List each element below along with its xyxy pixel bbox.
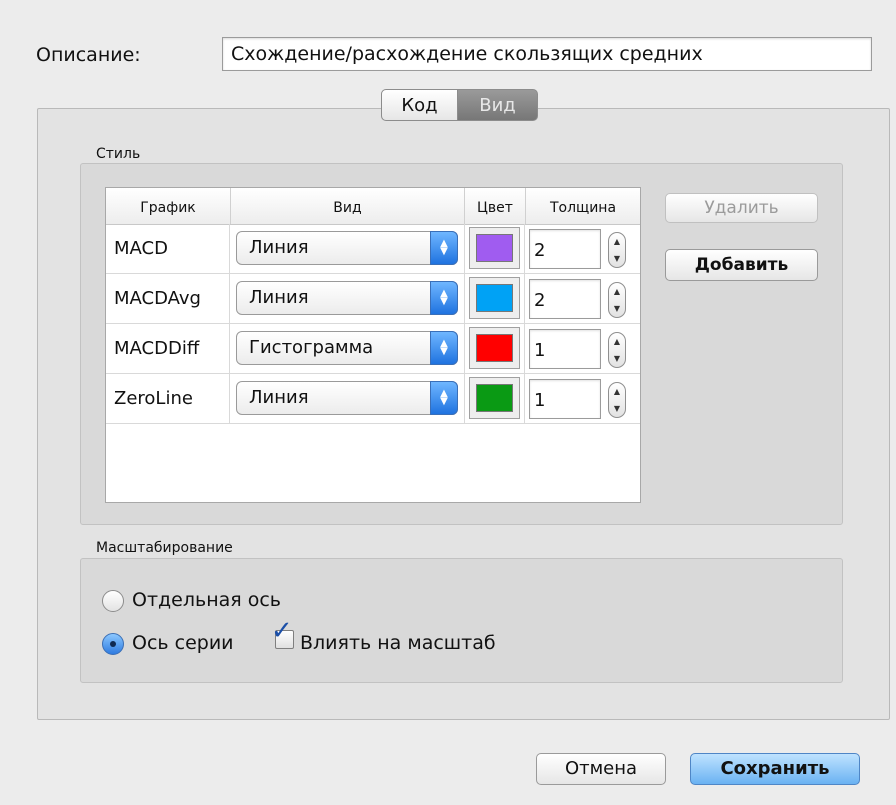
tab-code[interactable]: Код xyxy=(381,89,458,121)
stepper-down-icon[interactable]: ▼ xyxy=(614,354,620,363)
color-swatch xyxy=(476,234,513,262)
table-row[interactable]: MACD Линия ▲ ▼ 2 ▲ ▼ xyxy=(106,224,640,274)
tab-view[interactable]: Вид xyxy=(458,89,538,121)
color-cell xyxy=(464,274,525,323)
stepper-up-icon[interactable]: ▲ xyxy=(614,287,620,296)
thickness-stepper[interactable]: ▲ ▼ xyxy=(608,282,626,318)
plots-table: График Вид Цвет Толщина MACD Линия ▲ ▼ 2 … xyxy=(105,187,641,503)
description-input[interactable] xyxy=(222,37,872,71)
thickness-field[interactable]: 2 xyxy=(529,229,601,269)
column-header-color[interactable]: Цвет xyxy=(464,188,525,224)
column-header-type[interactable]: Вид xyxy=(230,188,464,224)
table-row[interactable]: MACDDiff Гистограмма ▲ ▼ 1 ▲ ▼ xyxy=(106,324,640,374)
color-well[interactable] xyxy=(469,377,520,419)
series-axis-label[interactable]: Ось серии xyxy=(132,632,234,654)
color-swatch xyxy=(476,284,513,312)
color-swatch xyxy=(476,334,513,362)
scaling-section-box xyxy=(80,558,843,683)
stepper-up-icon[interactable]: ▲ xyxy=(614,387,620,396)
separate-axis-label[interactable]: Отдельная ось xyxy=(132,589,281,611)
popup-arrows-icon: ▲ ▼ xyxy=(430,381,458,415)
description-label: Описание: xyxy=(36,44,141,66)
plot-type-popup[interactable]: Линия ▲ ▼ xyxy=(236,381,458,415)
plot-name: MACDAvg xyxy=(106,274,230,323)
scaling-section-title: Масштабирование xyxy=(96,540,233,556)
popup-arrows-icon: ▲ ▼ xyxy=(430,281,458,315)
plot-name: ZeroLine xyxy=(106,374,230,423)
plot-type-value: Гистограмма xyxy=(249,337,374,358)
color-swatch xyxy=(476,384,513,412)
plot-type-value: Линия xyxy=(249,287,309,308)
checkmark-icon: ✓ xyxy=(271,616,293,646)
color-well[interactable] xyxy=(469,327,520,369)
stepper-up-icon[interactable]: ▲ xyxy=(614,337,620,346)
stepper-down-icon[interactable]: ▼ xyxy=(614,404,620,413)
color-well[interactable] xyxy=(469,227,520,269)
color-cell xyxy=(464,324,525,373)
thickness-field[interactable]: 2 xyxy=(529,279,601,319)
affect-scale-label[interactable]: Влиять на масштаб xyxy=(300,632,496,654)
tab-bar: Код Вид xyxy=(381,89,538,121)
plot-type-value: Линия xyxy=(249,387,309,408)
stepper-down-icon[interactable]: ▼ xyxy=(614,254,620,263)
delete-button[interactable]: Удалить xyxy=(665,193,818,223)
cancel-button[interactable]: Отмена xyxy=(536,753,666,785)
color-cell xyxy=(464,224,525,273)
save-button[interactable]: Сохранить xyxy=(690,753,860,785)
thickness-stepper[interactable]: ▲ ▼ xyxy=(608,332,626,368)
separate-axis-radio[interactable] xyxy=(102,590,124,612)
style-section-title: Стиль xyxy=(96,146,141,162)
plot-type-popup[interactable]: Линия ▲ ▼ xyxy=(236,231,458,265)
stepper-down-icon[interactable]: ▼ xyxy=(614,304,620,313)
radio-selected-dot-icon xyxy=(110,641,116,647)
plot-type-popup[interactable]: Гистограмма ▲ ▼ xyxy=(236,331,458,365)
popup-arrows-icon: ▲ ▼ xyxy=(430,231,458,265)
plot-type-value: Линия xyxy=(249,237,309,258)
color-well[interactable] xyxy=(469,277,520,319)
column-header-thickness[interactable]: Толщина xyxy=(525,188,640,224)
thickness-field[interactable]: 1 xyxy=(529,379,601,419)
plot-type-popup[interactable]: Линия ▲ ▼ xyxy=(236,281,458,315)
thickness-field[interactable]: 1 xyxy=(529,329,601,369)
stepper-up-icon[interactable]: ▲ xyxy=(614,237,620,246)
column-header-plot[interactable]: График xyxy=(106,188,230,224)
color-cell xyxy=(464,374,525,423)
popup-arrows-icon: ▲ ▼ xyxy=(430,331,458,365)
thickness-stepper[interactable]: ▲ ▼ xyxy=(608,382,626,418)
table-row[interactable]: ZeroLine Линия ▲ ▼ 1 ▲ ▼ xyxy=(106,374,640,424)
add-button[interactable]: Добавить xyxy=(665,249,818,281)
table-header: График Вид Цвет Толщина xyxy=(106,188,640,225)
plot-name: MACD xyxy=(106,224,230,273)
plot-name: MACDDiff xyxy=(106,324,230,373)
thickness-stepper[interactable]: ▲ ▼ xyxy=(608,232,626,268)
table-row[interactable]: MACDAvg Линия ▲ ▼ 2 ▲ ▼ xyxy=(106,274,640,324)
